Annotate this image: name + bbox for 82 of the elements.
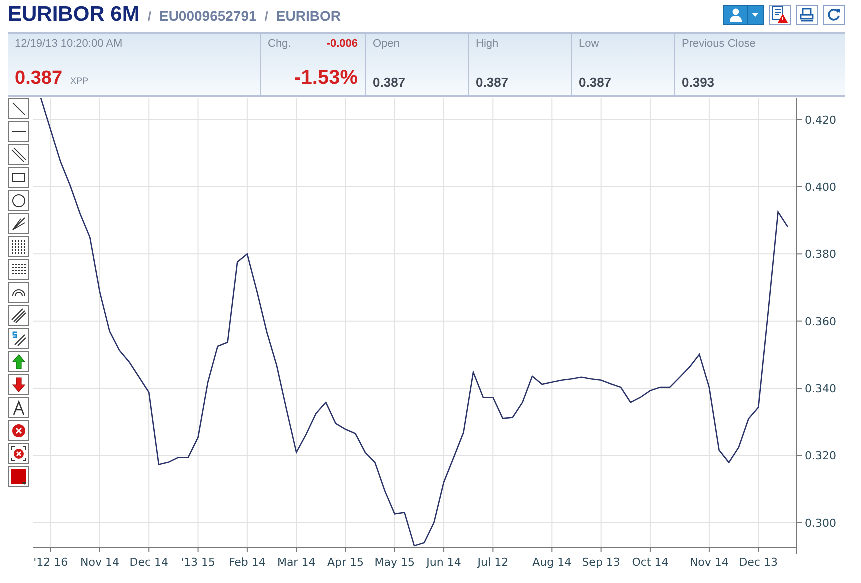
stat-label: Low xyxy=(579,38,600,50)
stat-label: Open xyxy=(373,38,401,50)
separator: / xyxy=(148,9,152,24)
y-tick-label: 0.300 xyxy=(805,516,836,530)
hgrid-tool-button[interactable] xyxy=(8,259,29,280)
separator: / xyxy=(264,9,268,24)
rect-tool-button[interactable] xyxy=(8,167,29,188)
deleteall-tool-icon xyxy=(10,446,26,462)
user-menu-button[interactable] xyxy=(723,5,764,25)
isin-code: EU0009652791 xyxy=(159,8,257,24)
y-tick-label: 0.400 xyxy=(805,181,836,194)
line-tool-button[interactable] xyxy=(8,98,29,119)
x-tick-label: Aug 14 xyxy=(532,556,572,569)
up-tool-button[interactable] xyxy=(8,351,29,372)
deleteall-tool-button[interactable] xyxy=(8,443,29,464)
x-tick-label: May 15 xyxy=(374,556,415,569)
text-tool-icon xyxy=(10,400,26,416)
vgrid-tool-icon xyxy=(10,238,26,254)
x-tick-label: Feb 14 xyxy=(228,556,266,569)
user-icon xyxy=(729,8,743,22)
change-label: Chg. xyxy=(268,38,292,50)
last-price: 0.387 xyxy=(15,68,63,90)
x-tick-label: Mar 14 xyxy=(277,556,316,569)
document-warning-icon xyxy=(771,6,789,24)
refresh-icon xyxy=(826,7,842,23)
down-tool-icon xyxy=(10,376,26,392)
up-tool-icon xyxy=(10,354,26,370)
stat-value: 0.387 xyxy=(579,75,613,90)
price-unit: XPP xyxy=(70,76,89,86)
channel-tool-icon xyxy=(10,308,26,324)
arc-tool-button[interactable] xyxy=(8,282,29,303)
x-tick-label: Jun 14 xyxy=(426,556,462,569)
stat-label: High xyxy=(476,38,500,50)
hline-tool-button[interactable] xyxy=(8,121,29,142)
hgrid-tool-icon xyxy=(10,262,26,278)
fan-tool-button[interactable] xyxy=(8,213,29,234)
y-tick-label: 0.340 xyxy=(805,382,836,396)
parallel-tool-icon xyxy=(10,146,26,162)
x-tick-label: Oct 14 xyxy=(632,556,669,569)
x-tick-label: Nov 14 xyxy=(690,556,729,569)
x-tick-label: Dec 13 xyxy=(739,556,778,569)
dollar-tool-button[interactable] xyxy=(8,328,29,349)
x-tick-label: Sep 13 xyxy=(582,556,620,569)
x-tick-label: Dec 14 xyxy=(130,556,169,569)
y-tick-label: 0.360 xyxy=(805,315,836,328)
channel-tool-button[interactable] xyxy=(8,305,29,326)
x-tick-label: '12 16 xyxy=(34,556,68,569)
caret-icon xyxy=(752,13,759,17)
market-name: EURIBOR xyxy=(276,8,341,24)
change-percent: -1.53% xyxy=(294,67,358,90)
y-tick-label: 0.420 xyxy=(805,114,836,127)
alert-report-button[interactable] xyxy=(769,5,791,25)
x-tick-label: Jul 12 xyxy=(478,556,509,569)
line-tool-icon xyxy=(10,100,26,116)
stat-value: 0.387 xyxy=(476,75,510,90)
stat-value: 0.393 xyxy=(682,75,716,90)
refresh-button[interactable] xyxy=(823,5,845,25)
text-tool-button[interactable] xyxy=(8,397,29,418)
quote-timestamp: 12/19/13 10:20:00 AM xyxy=(15,38,124,50)
y-tick-label: 0.320 xyxy=(805,450,836,463)
fan-tool-icon xyxy=(10,216,26,232)
delete-tool-icon xyxy=(10,422,26,438)
y-tick-label: 0.380 xyxy=(805,248,836,262)
stat-value: 0.387 xyxy=(373,75,407,90)
print-button[interactable] xyxy=(796,5,818,25)
down-tool-button[interactable] xyxy=(8,374,29,395)
color-picker-button[interactable] xyxy=(8,466,29,487)
instrument-title: EURIBOR 6M xyxy=(8,3,140,27)
caret-icon xyxy=(22,482,27,485)
x-tick-label: Nov 14 xyxy=(80,556,120,569)
printer-icon xyxy=(799,7,815,23)
change-value: -0.006 xyxy=(326,38,358,50)
vgrid-tool-button[interactable] xyxy=(8,236,29,257)
stat-label: Previous Close xyxy=(682,38,757,50)
arc-tool-icon xyxy=(12,288,26,296)
delete-tool-button[interactable] xyxy=(8,420,29,441)
circle-tool-icon xyxy=(10,192,26,208)
hline-tool-icon xyxy=(12,130,26,132)
parallel-tool-button[interactable] xyxy=(8,144,29,165)
x-tick-label: Apr 15 xyxy=(327,556,364,569)
x-tick-label: '13 15 xyxy=(181,556,216,569)
circle-tool-button[interactable] xyxy=(8,190,29,211)
